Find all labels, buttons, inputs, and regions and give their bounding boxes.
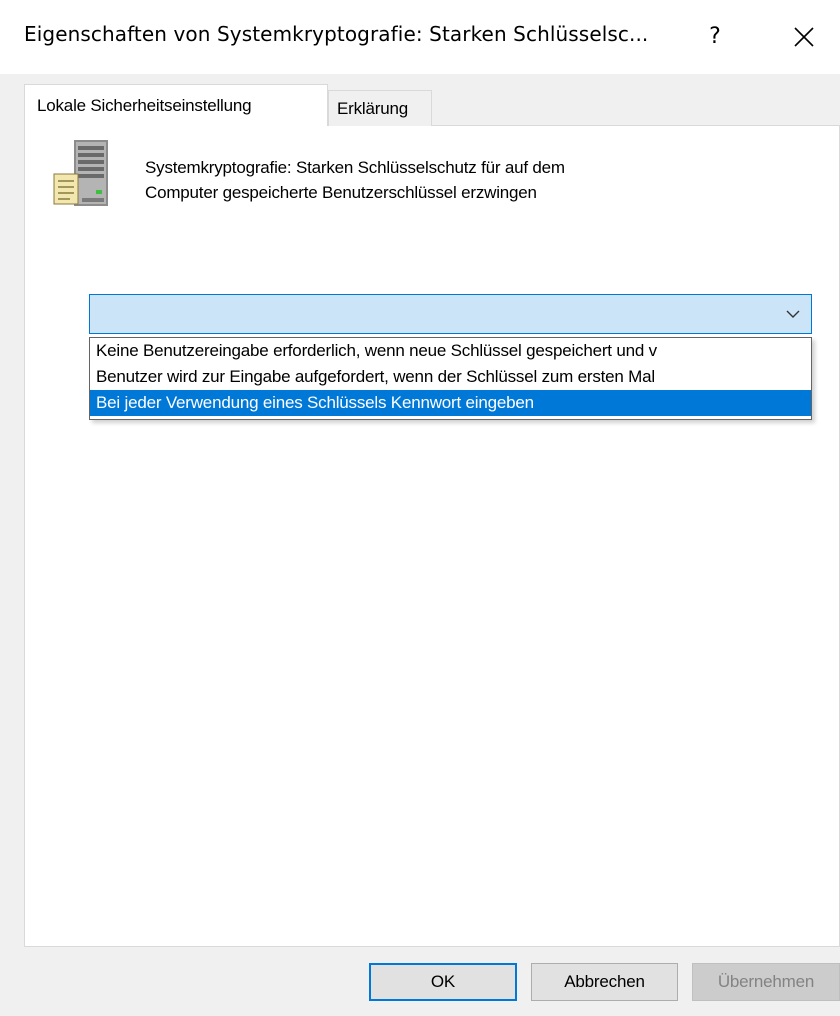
help-button[interactable]: ? [690,10,740,64]
tab-panel [24,125,840,947]
server-policy-icon [53,140,108,206]
tab-explanation[interactable]: Erklärung [328,90,432,126]
dropdown-option-no-input[interactable]: Keine Benutzereingabe erforderlich, wenn… [90,338,811,364]
policy-description-line-1: Systemkryptografie: Starken Schlüsselsch… [145,158,565,177]
cancel-button[interactable]: Abbrechen [531,963,678,1001]
close-button[interactable] [776,10,832,64]
policy-description: Systemkryptografie: Starken Schlüsselsch… [145,155,785,205]
properties-dialog: Eigenschaften von Systemkryptografie: St… [0,0,840,1016]
close-icon [794,27,814,47]
ok-button[interactable]: OK [369,963,517,1001]
window-title: Eigenschaften von Systemkryptografie: St… [24,22,649,46]
dropdown-option-prompt-first-use[interactable]: Benutzer wird zur Eingabe aufgefordert, … [90,364,811,390]
apply-button[interactable]: Übernehmen [692,963,840,1001]
chevron-down-icon [786,310,800,318]
policy-description-line-2: Computer gespeicherte Benutzerschlüssel … [145,183,537,202]
combobox-dropdown-list: Keine Benutzereingabe erforderlich, wenn… [89,337,812,420]
dropdown-option-password-every-use[interactable]: Bei jeder Verwendung eines Schlüssels Ke… [90,390,811,416]
tab-local-security-setting[interactable]: Lokale Sicherheitseinstellung [24,84,328,126]
setting-combobox[interactable] [89,294,812,334]
title-bar: Eigenschaften von Systemkryptografie: St… [0,0,840,74]
